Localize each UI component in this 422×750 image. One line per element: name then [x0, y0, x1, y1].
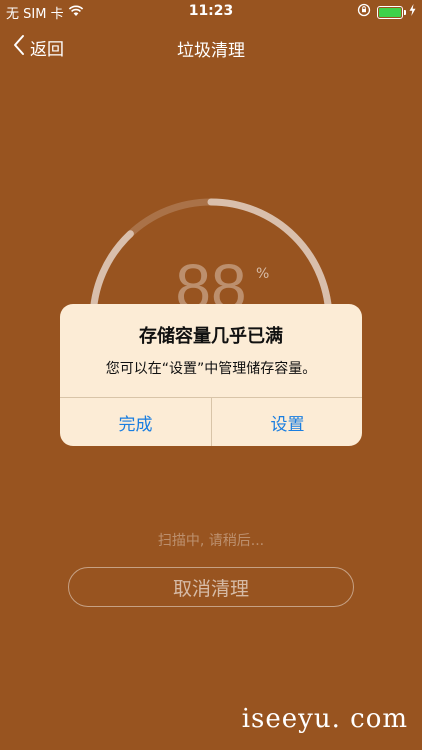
- settings-button[interactable]: 设置: [212, 398, 362, 446]
- cancel-clean-button[interactable]: 取消清理: [68, 567, 354, 607]
- storage-full-alert: 存储容量几乎已满 您可以在“设置”中管理储存容量。 完成 设置: [60, 304, 362, 446]
- screen: 无 SIM 卡 11:23 返回 垃圾清理 88 % 扫描中, 请稍后... 取…: [0, 0, 422, 750]
- alert-title: 存储容量几乎已满: [139, 326, 283, 347]
- watermark: iseeyu. com: [241, 704, 408, 734]
- alert-message: 您可以在“设置”中管理储存容量。: [105, 361, 317, 377]
- progress-percent-sign: %: [256, 266, 270, 282]
- done-button[interactable]: 完成: [60, 398, 211, 446]
- scan-status-text: 扫描中, 请稍后...: [157, 533, 265, 549]
